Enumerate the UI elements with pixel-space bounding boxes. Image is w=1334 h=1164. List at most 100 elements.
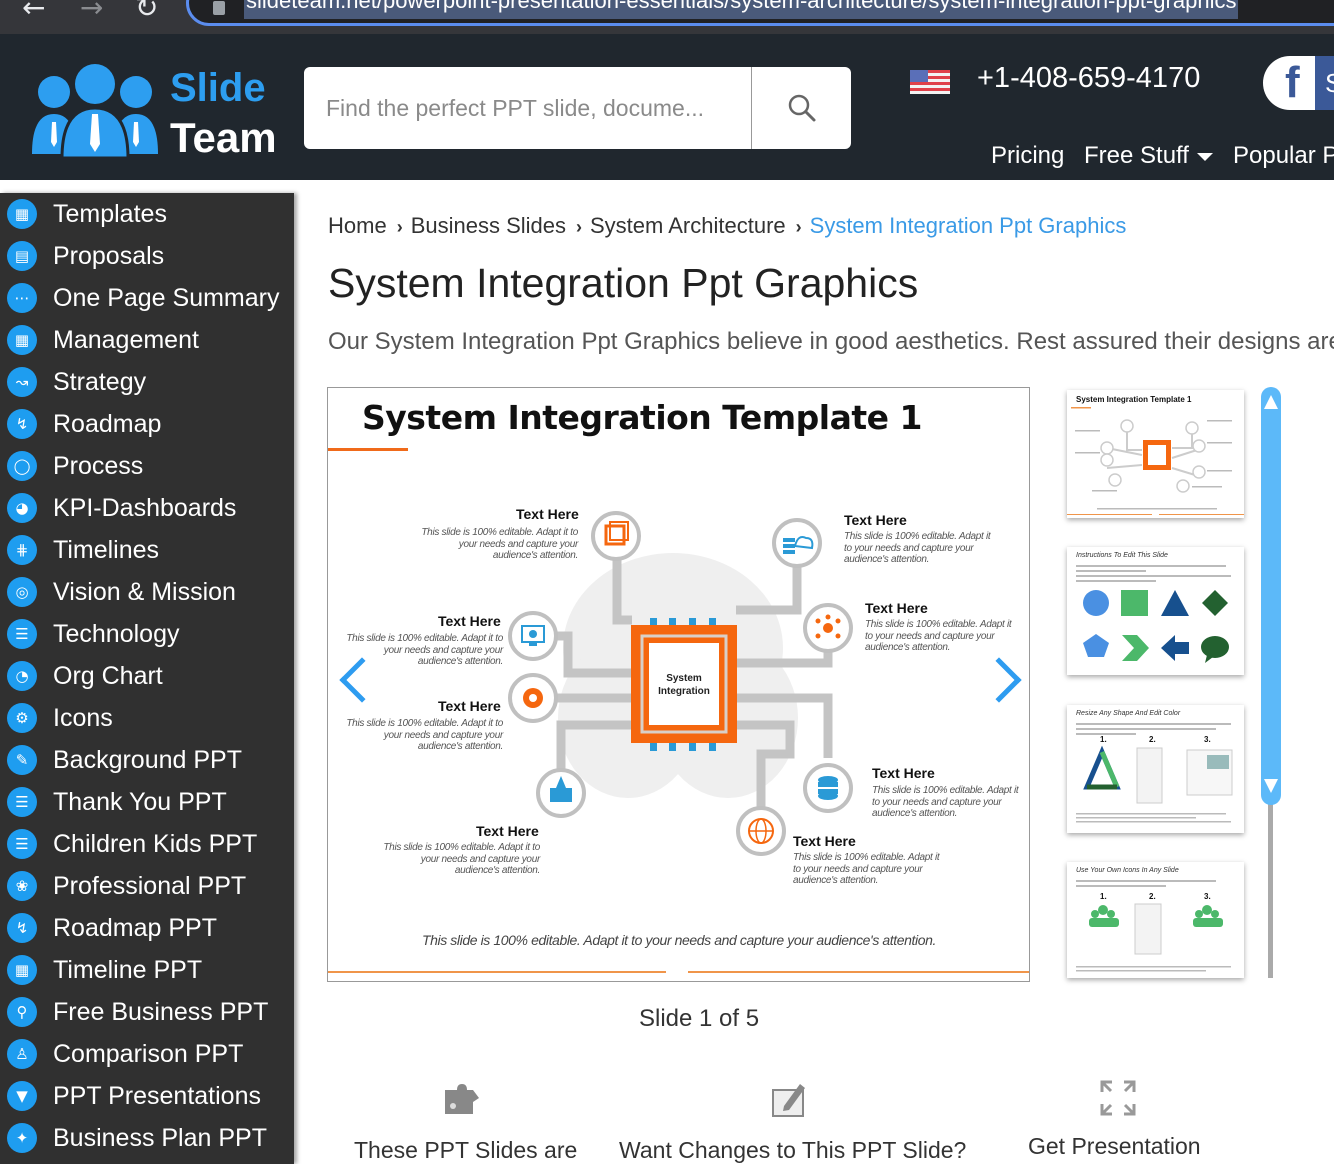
chevron-right-icon: › xyxy=(795,217,802,237)
node-body: This slide is 100% editable. Adapt it to… xyxy=(793,852,940,886)
sidebar-item-label: Timelines xyxy=(53,535,160,564)
list-icon: ☰ xyxy=(7,787,37,817)
facebook-label: S xyxy=(1315,56,1334,110)
breadcrumb-current[interactable]: System Integration Ppt Graphics xyxy=(810,213,1127,238)
node-heading: Text Here xyxy=(872,765,935,781)
chevron-right-icon: › xyxy=(396,217,403,237)
feature-label[interactable]: Get Presentation xyxy=(1028,1133,1201,1160)
thumbnail-slide-4[interactable]: Use Your Own Icons In Any Slide 1. 2. 3. xyxy=(1067,862,1244,978)
site-header: Slide Team +1-408-659-4170 f S Pricing F… xyxy=(0,34,1334,180)
breadcrumb-system-architecture[interactable]: System Architecture xyxy=(590,213,786,238)
facebook-button[interactable]: f S xyxy=(1263,56,1334,110)
sidebar-item-children-kids-ppt[interactable]: ☰ Children Kids PPT xyxy=(0,823,294,865)
sidebar-item-label: Free Business PPT xyxy=(53,997,269,1026)
circuit-diagram: System Integration xyxy=(508,511,853,856)
thumbnail-slide-3[interactable]: Resize Any Shape And Edit Color 1. 2. 3. xyxy=(1067,705,1244,833)
table-icon: ▦ xyxy=(7,955,37,985)
search-button[interactable] xyxy=(751,67,851,149)
page-description: Our System Integration Ppt Graphics beli… xyxy=(328,328,1334,355)
sidebar-item-technology[interactable]: ☰ Technology xyxy=(0,613,294,655)
sidebar-item-label: Children Kids PPT xyxy=(53,829,258,858)
slideteam-logo[interactable]: Slide Team xyxy=(32,62,282,162)
phone-number[interactable]: +1-408-659-4170 xyxy=(977,62,1200,95)
thumbnail-scrollbar[interactable] xyxy=(1261,387,1281,805)
breadcrumb: Home › Business Slides › System Architecture… xyxy=(328,213,1126,239)
node-body: This slide is 100% editable. Adapt it to… xyxy=(844,531,991,565)
image-frame-icon: ▦ xyxy=(7,325,37,355)
nav-free-stuff[interactable]: Free Stuff xyxy=(1084,142,1213,170)
puzzle-icon xyxy=(445,1084,479,1114)
sidebar-item-icons[interactable]: ⚙ Icons xyxy=(0,697,294,739)
nav-free-stuff-label: Free Stuff xyxy=(1084,142,1189,169)
team-people-icon xyxy=(32,64,158,160)
sidebar-item-templates[interactable]: ▦ Templates xyxy=(0,193,294,235)
sidebar-item-label: Org Chart xyxy=(53,661,163,690)
node-body: This slide is 100% editable. Adapt it to… xyxy=(383,842,540,876)
sidebar-item-vision-mission[interactable]: ◎ Vision & Mission xyxy=(0,571,294,613)
feature-label[interactable]: Want Changes to This PPT Slide? xyxy=(619,1137,966,1164)
node-body: This slide is 100% editable. Adapt it to… xyxy=(421,527,578,561)
sidebar-item-label: Vision & Mission xyxy=(53,577,236,606)
gear-icon xyxy=(523,688,543,708)
sidebar-item-proposals[interactable]: ▤ Proposals xyxy=(0,235,294,277)
sidebar-item-thank-you-ppt[interactable]: ☰ Thank You PPT xyxy=(0,781,294,823)
sidebar-item-timelines[interactable]: ⋕ Timelines xyxy=(0,529,294,571)
scroll-up-icon[interactable] xyxy=(1264,395,1278,409)
sidebar-item-professional-ppt[interactable]: ❀ Professional PPT xyxy=(0,865,294,907)
feature-label[interactable]: These PPT Slides are xyxy=(354,1137,577,1164)
us-flag-icon[interactable] xyxy=(910,70,950,94)
expand-icon xyxy=(1100,1080,1136,1116)
sidebar-item-org-chart[interactable]: ◔ Org Chart xyxy=(0,655,294,697)
venn-icon: ❀ xyxy=(7,871,37,901)
pencil-cup-icon: ✎ xyxy=(7,745,37,775)
breadcrumb-business-slides[interactable]: Business Slides xyxy=(411,213,566,238)
address-bar[interactable]: slideteam.net/powerpoint-presentation-es… xyxy=(186,0,1334,26)
sidebar-item-management[interactable]: ▦ Management xyxy=(0,319,294,361)
thumbnail-shapes xyxy=(1083,590,1229,663)
forward-arrow-icon[interactable]: → xyxy=(80,0,103,22)
search-bar xyxy=(304,67,851,149)
node-heading: Text Here xyxy=(516,506,579,522)
sidebar-item-roadmap-ppt[interactable]: ↯ Roadmap PPT xyxy=(0,907,294,949)
sidebar-item-one-page-summary[interactable]: ⋯ One Page Summary xyxy=(0,277,294,319)
reload-icon[interactable]: ↻ xyxy=(135,0,158,22)
search-icon xyxy=(788,94,815,122)
nav-popular[interactable]: Popular P xyxy=(1233,142,1334,170)
strategy-path-icon: ↝ xyxy=(7,367,37,397)
thumbnail-slide-2[interactable]: Instructions To Edit This Slide xyxy=(1067,547,1244,675)
slide-footer-text: This slide is 100% editable. Adapt it to… xyxy=(421,932,937,948)
sidebar-item-ppt-presentations[interactable]: ▼ PPT Presentations xyxy=(0,1075,294,1117)
sidebar-item-roadmap[interactable]: ↯ Roadmap xyxy=(0,403,294,445)
sidebar-item-label: Roadmap xyxy=(53,409,162,438)
slide-preview[interactable]: System Integration Template 1 System Int… xyxy=(327,387,1030,982)
thumbnail-icons xyxy=(1076,903,1231,972)
url-text[interactable]: slideteam.net/powerpoint-presentation-es… xyxy=(244,0,1239,19)
sidebar-item-comparison-ppt[interactable]: ♙ Comparison PPT xyxy=(0,1033,294,1075)
back-arrow-icon[interactable]: ← xyxy=(22,0,45,22)
node-heading: Text Here xyxy=(865,600,928,616)
facebook-icon: f xyxy=(1285,58,1300,107)
sidebar-item-label: Templates xyxy=(53,199,167,228)
sidebar-item-process[interactable]: ◯ Process xyxy=(0,445,294,487)
sidebar-item-label: Proposals xyxy=(53,241,165,270)
sidebar-item-label: Professional PPT xyxy=(53,871,247,900)
breadcrumb-home[interactable]: Home xyxy=(328,213,387,238)
sidebar-item-free-business-ppt[interactable]: ⚲ Free Business PPT xyxy=(0,991,294,1033)
sidebar-item-label: Comparison PPT xyxy=(53,1039,244,1068)
slide-counter: Slide 1 of 5 xyxy=(639,1005,760,1032)
sidebar-item-label: Roadmap PPT xyxy=(53,913,217,942)
search-input[interactable] xyxy=(304,67,751,149)
scroll-down-icon[interactable] xyxy=(1264,779,1278,793)
sidebar-item-strategy[interactable]: ↝ Strategy xyxy=(0,361,294,403)
route-icon: ↯ xyxy=(7,913,37,943)
node-window-circle xyxy=(591,511,641,561)
sidebar-item-timeline-ppt[interactable]: ▦ Timeline PPT xyxy=(0,949,294,991)
sidebar-item-background-ppt[interactable]: ✎ Background PPT xyxy=(0,739,294,781)
chip-label-2: Integration xyxy=(658,686,710,697)
thumbnail-slide-1[interactable]: System Integration Template 1 xyxy=(1067,390,1244,518)
node-heading: Text Here xyxy=(844,512,907,528)
sidebar-item-kpi-dashboards[interactable]: ◕ KPI-Dashboards xyxy=(0,487,294,529)
sidebar-item-business-plan-ppt[interactable]: ✦ Business Plan PPT xyxy=(0,1117,294,1159)
gauge-icon: ◕ xyxy=(7,493,37,523)
nav-pricing[interactable]: Pricing xyxy=(991,142,1064,170)
